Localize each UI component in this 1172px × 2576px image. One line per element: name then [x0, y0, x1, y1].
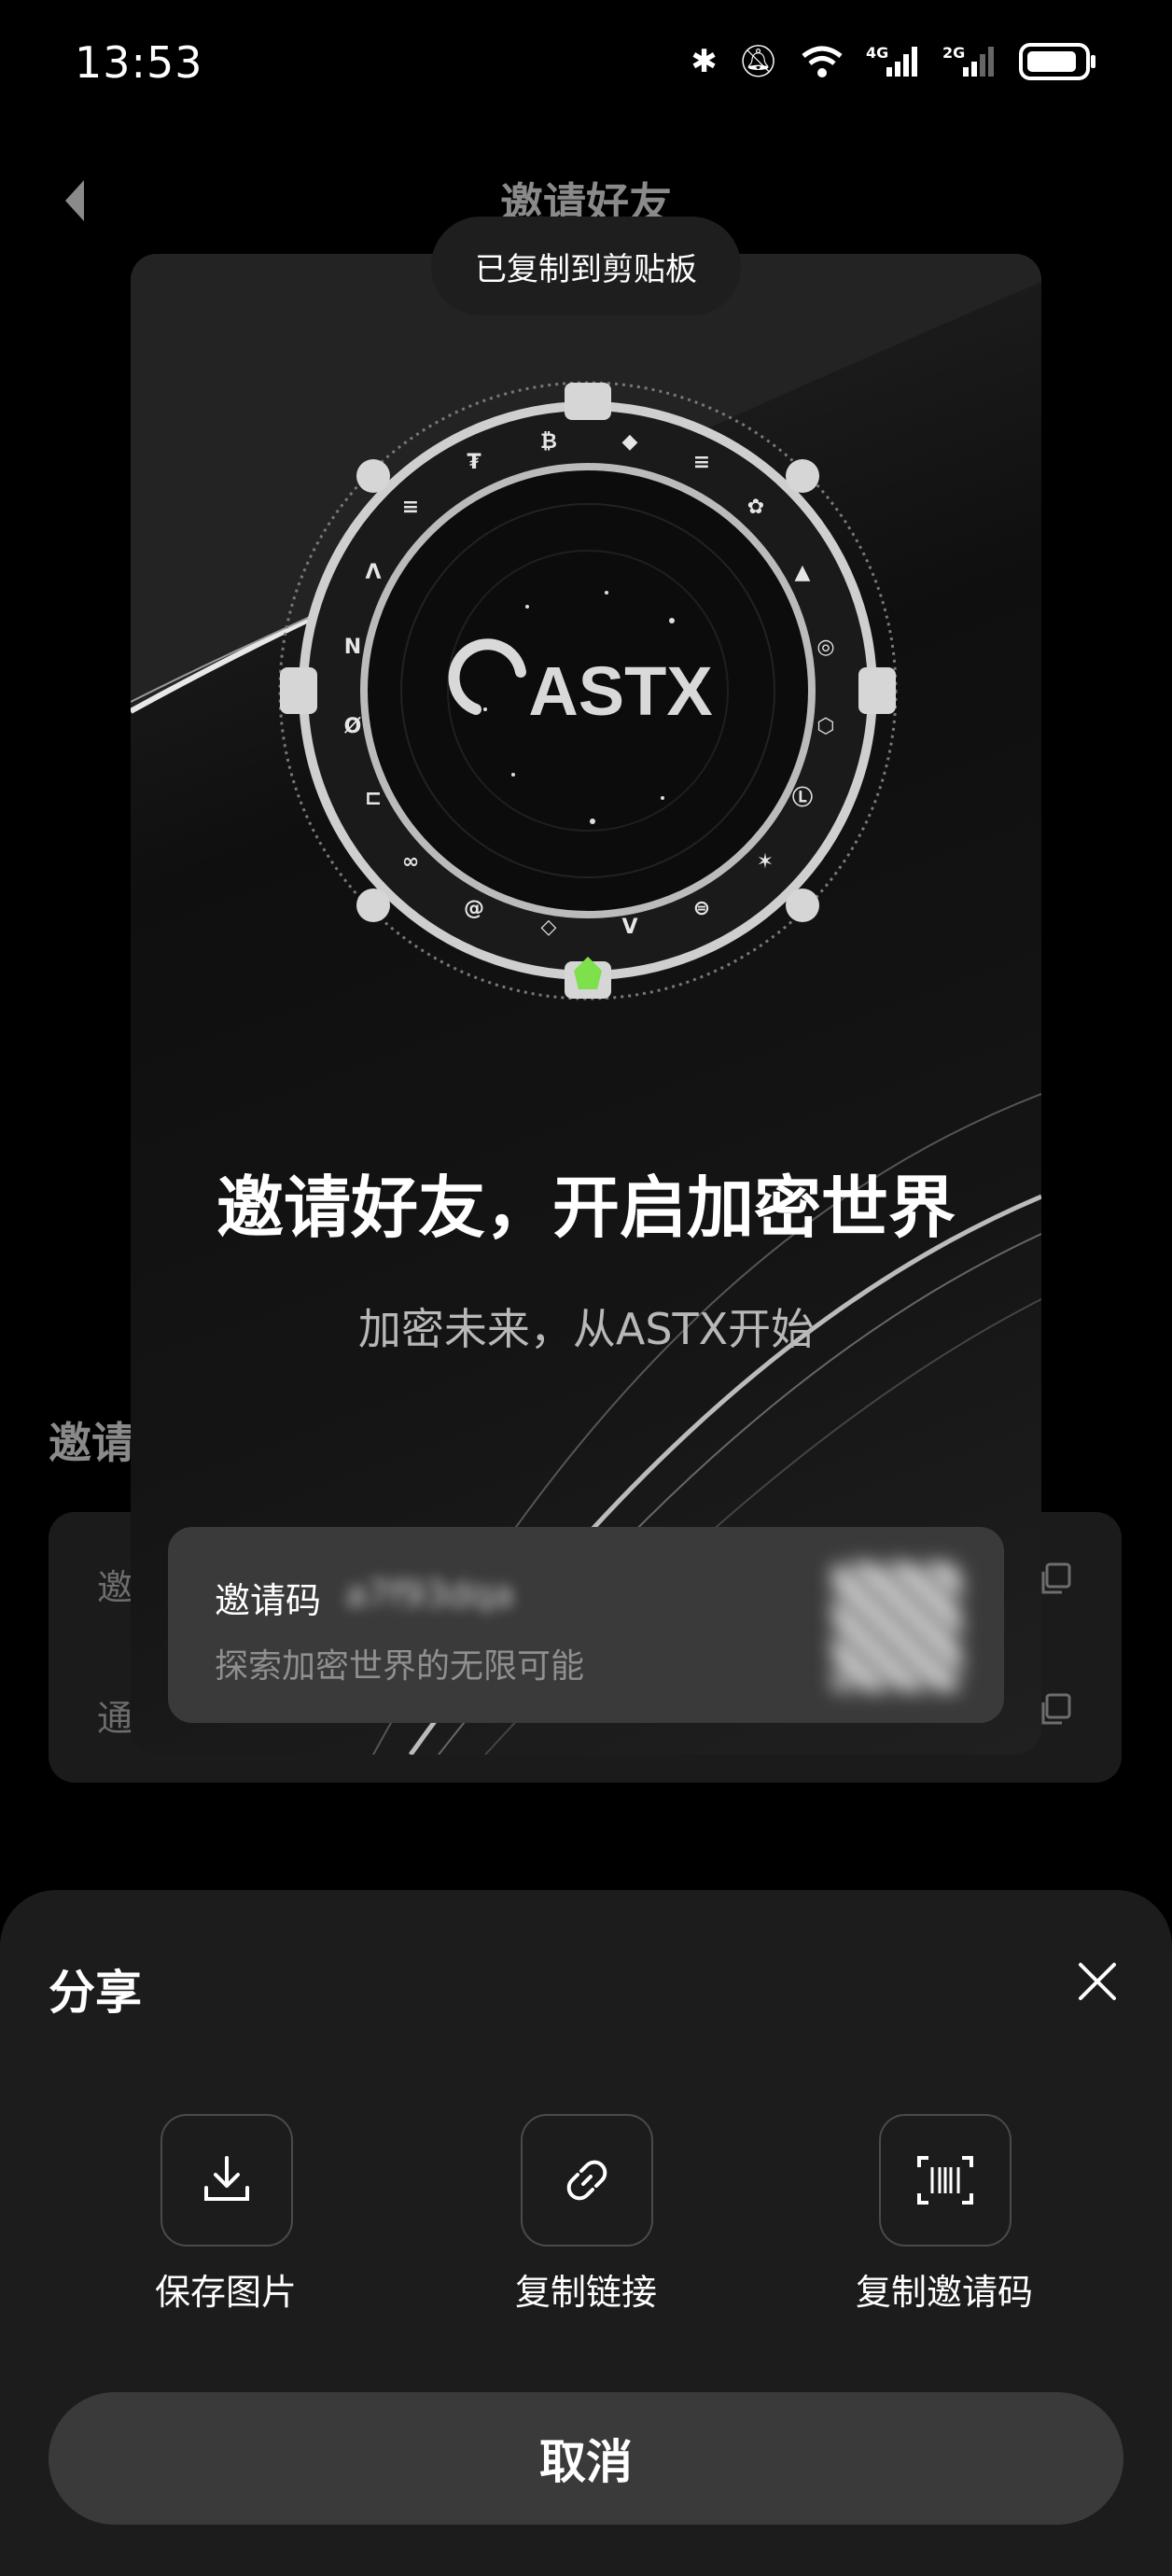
download-icon	[204, 2156, 249, 2201]
astx-emblem: ₮ ₿ ◆ ≡ ✿ ▲ ◎ ⬡ Ⓛ ✶ ⊜ V ◇ @ ∞ ⊏ Ø N Λ ≡ ASTX	[278, 381, 898, 1001]
svg-text:◇: ◇	[541, 916, 557, 939]
svg-text:✶: ✶	[757, 850, 774, 874]
save-image-icon-box[interactable]	[160, 2114, 293, 2247]
svg-text:4G: 4G	[866, 44, 888, 62]
brand-logo-text: ASTX	[528, 652, 712, 730]
signal-2g-icon: 2G	[942, 44, 994, 77]
invite-code-box: 邀请码 a7f93dqa 探索加密世界的无限可能	[168, 1527, 1004, 1723]
status-icons: ✱ 🔕︎ 4G 2G	[691, 41, 1097, 82]
svg-text:V: V	[621, 916, 637, 939]
copy-link-button[interactable]: 复制链接	[446, 2114, 726, 2319]
svg-text:∞: ∞	[402, 850, 419, 874]
invite-code-value: a7f93dqa	[345, 1574, 514, 1615]
save-image-label: 保存图片	[154, 2272, 297, 2313]
copy-invite-code-icon-box[interactable]	[879, 2114, 1012, 2247]
signal-4g-icon: 4G	[866, 44, 917, 77]
svg-text:2G: 2G	[942, 44, 965, 62]
svg-text:Λ: Λ	[365, 561, 381, 584]
svg-text:⊏: ⊏	[365, 787, 382, 810]
svg-text:⊜: ⊜	[693, 897, 710, 920]
battery-icon	[1019, 43, 1095, 80]
bluetooth-icon: ✱	[691, 43, 718, 80]
mute-icon: 🔕︎	[737, 43, 778, 80]
svg-text:Ø: Ø	[344, 715, 362, 738]
svg-text:₿: ₿	[540, 430, 557, 454]
close-icon[interactable]	[1073, 1957, 1122, 2006]
svg-text:✿: ✿	[747, 496, 764, 519]
scan-code-icon	[917, 2156, 973, 2205]
card-subtitle: 加密未来，从ASTX开始	[357, 1304, 815, 1354]
svg-text:⬡: ⬡	[816, 715, 834, 738]
share-sheet-title: 分享	[49, 1966, 142, 2020]
svg-text:▲: ▲	[795, 561, 811, 584]
copied-toast: 已复制到剪贴板	[431, 217, 741, 315]
cancel-button[interactable]: 取消	[49, 2392, 1123, 2525]
invite-row-label: 邀	[97, 1567, 133, 1608]
card-headline: 邀请好友，开启加密世界	[216, 1169, 956, 1247]
invite-code-description: 探索加密世界的无限可能	[215, 1647, 585, 1686]
section-title: 邀请	[49, 1418, 134, 1468]
svg-text:≡: ≡	[402, 496, 419, 519]
copy-link-icon-box[interactable]	[521, 2114, 653, 2247]
copy-icon[interactable]	[1036, 1691, 1073, 1729]
svg-text:≡: ≡	[693, 451, 710, 474]
copy-invite-code-label: 复制邀请码	[855, 2272, 1033, 2313]
svg-text:Ⓛ: Ⓛ	[792, 786, 813, 810]
invite-code-label: 邀请码	[215, 1580, 322, 1621]
svg-text:₮: ₮	[467, 451, 481, 474]
status-time: 13:53	[75, 37, 203, 88]
copy-invite-code-button[interactable]: 复制邀请码	[804, 2114, 1084, 2319]
copy-icon[interactable]	[1036, 1561, 1073, 1598]
save-image-button[interactable]: 保存图片	[86, 2114, 366, 2319]
qr-code	[832, 1562, 961, 1691]
notify-row-label: 通	[97, 1698, 133, 1739]
wifi-icon	[802, 46, 843, 77]
link-icon	[566, 2160, 607, 2201]
copy-link-label: 复制链接	[514, 2272, 657, 2313]
svg-text:◎: ◎	[816, 636, 834, 659]
svg-text:@: @	[464, 897, 484, 920]
svg-text:N: N	[344, 636, 361, 659]
svg-text:◆: ◆	[622, 430, 638, 454]
